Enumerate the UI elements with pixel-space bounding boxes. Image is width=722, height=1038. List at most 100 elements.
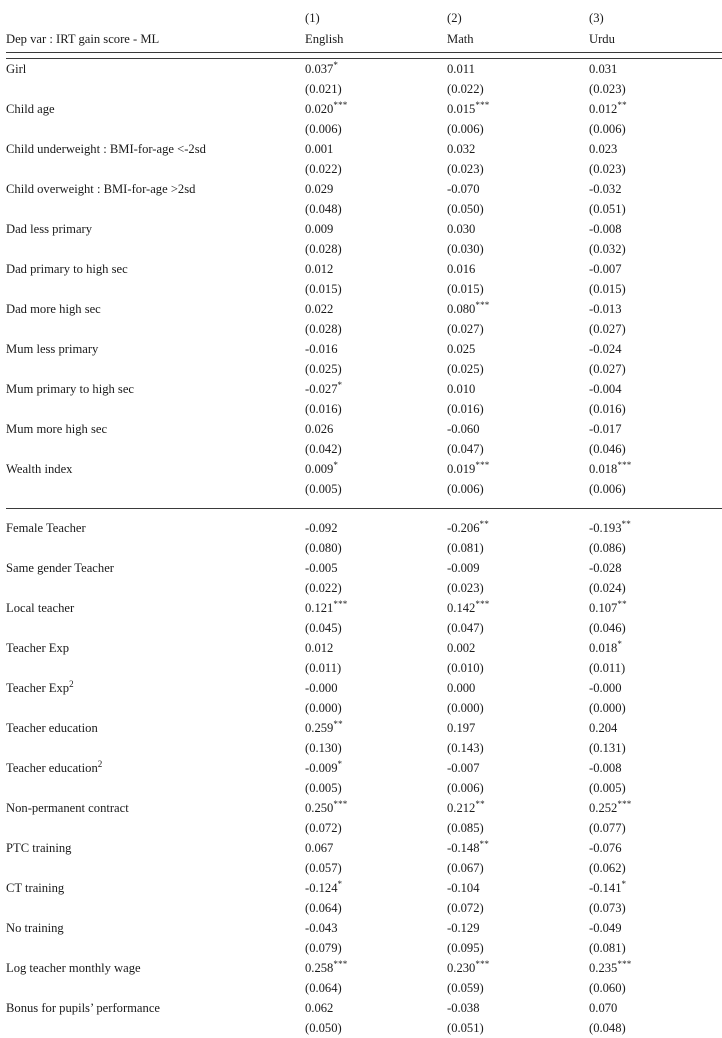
std-error-cell: (0.023) [447,578,589,598]
std-error-cell: (0.010) [447,658,589,678]
table-row-std-error: (0.048)(0.050)(0.051) [6,199,722,219]
superscript-exponent: 2 [98,759,103,769]
variable-label: Mum primary to high sec [6,379,305,399]
table-row-std-error: (0.042)(0.047)(0.046) [6,439,722,459]
regression-table-container: (1) (2) (3) Dep var : IRT gain score - M… [0,0,722,1038]
significance-stars: ** [475,799,484,809]
std-error-cell: (0.079) [305,938,447,958]
std-error-label-spacer [6,578,305,598]
std-error-cell: (0.048) [305,199,447,219]
std-error-cell: (0.051) [447,1018,589,1038]
table-row: CT training-0.124*-0.104-0.141* [6,878,722,898]
coefficient-cell: 0.258*** [305,958,447,978]
std-error-cell: (0.085) [447,818,589,838]
std-error-cell: (0.000) [589,698,722,718]
variable-label: Bonus for pupils’ performance [6,998,305,1018]
table-row-std-error: (0.064)(0.072)(0.073) [6,898,722,918]
std-error-cell: (0.046) [589,439,722,459]
table-row-std-error: (0.079)(0.095)(0.081) [6,938,722,958]
table-row: PTC training0.067-0.148**-0.076 [6,838,722,858]
significance-stars: *** [475,599,489,609]
std-error-cell: (0.051) [589,199,722,219]
table-row: Mum primary to high sec-0.027*0.010-0.00… [6,379,722,399]
table-row: No training-0.043-0.129-0.049 [6,918,722,938]
variable-label: Non-permanent contract [6,798,305,818]
significance-stars: *** [333,100,347,110]
significance-stars: *** [475,300,489,310]
coefficient-cell: 0.080*** [447,299,589,319]
table-row: Teacher Exp0.0120.0020.018* [6,638,722,658]
table-row: Teacher Exp2-0.0000.000-0.000 [6,678,722,698]
significance-stars: * [338,380,343,390]
model-number-3: (3) [589,0,722,28]
table-row: Dad primary to high sec0.0120.016-0.007 [6,259,722,279]
coefficient-cell: 0.235*** [589,958,722,978]
std-error-cell: (0.005) [305,479,447,499]
variable-label: Child underweight : BMI-for-age <-2sd [6,139,305,159]
coefficient-cell: 0.030 [447,219,589,239]
std-error-cell: (0.027) [589,319,722,339]
std-error-cell: (0.006) [447,119,589,139]
variable-label: Dad more high sec [6,299,305,319]
variable-label: CT training [6,878,305,898]
std-error-cell: (0.025) [305,359,447,379]
std-error-label-spacer [6,618,305,638]
std-error-cell: (0.072) [305,818,447,838]
coefficient-cell: 0.015*** [447,99,589,119]
std-error-cell: (0.064) [305,978,447,998]
significance-stars: * [338,759,343,769]
std-error-cell: (0.143) [447,738,589,758]
coefficient-cell: 0.023 [589,139,722,159]
table-row: Local teacher0.121***0.142***0.107** [6,598,722,618]
std-error-cell: (0.006) [589,119,722,139]
significance-stars: *** [617,799,631,809]
std-error-cell: (0.064) [305,898,447,918]
coefficient-cell: -0.032 [589,179,722,199]
significance-stars: * [338,879,343,889]
table-row-std-error: (0.015)(0.015)(0.015) [6,279,722,299]
table-row-std-error: (0.016)(0.016)(0.016) [6,399,722,419]
std-error-label-spacer [6,319,305,339]
std-error-cell: (0.059) [447,978,589,998]
coefficient-cell: 0.142*** [447,598,589,618]
table-row-std-error: (0.000)(0.000)(0.000) [6,698,722,718]
coefficient-cell: -0.104 [447,878,589,898]
std-error-cell: (0.005) [589,778,722,798]
variable-label: No training [6,918,305,938]
superscript-exponent: 2 [69,679,74,689]
significance-stars: ** [622,519,631,529]
std-error-cell: (0.048) [589,1018,722,1038]
coefficient-cell: -0.024 [589,339,722,359]
panel-separator-spacer [6,509,722,519]
std-error-cell: (0.024) [589,578,722,598]
significance-stars: *** [333,599,347,609]
variable-label: Teacher education [6,718,305,738]
std-error-label-spacer [6,239,305,259]
coefficient-cell: 0.252*** [589,798,722,818]
coefficient-cell: -0.007 [447,758,589,778]
std-error-cell: (0.086) [589,538,722,558]
table-row: Mum less primary-0.0160.025-0.024 [6,339,722,359]
significance-stars: * [622,879,627,889]
std-error-label-spacer [6,778,305,798]
coefficient-cell: -0.129 [447,918,589,938]
std-error-cell: (0.057) [305,858,447,878]
variable-label: PTC training [6,838,305,858]
coefficient-cell: 0.026 [305,419,447,439]
variable-label: Teacher Exp [6,638,305,658]
coefficient-cell: 0.107** [589,598,722,618]
coefficient-cell: -0.008 [589,758,722,778]
table-row-std-error: (0.005)(0.006)(0.005) [6,778,722,798]
coefficient-cell: -0.038 [447,998,589,1018]
table-row: Same gender Teacher-0.005-0.009-0.028 [6,558,722,578]
coefficient-cell: 0.002 [447,638,589,658]
std-error-cell: (0.005) [305,778,447,798]
std-error-label-spacer [6,479,305,499]
std-error-label-spacer [6,538,305,558]
coefficient-cell: 0.020*** [305,99,447,119]
coefficient-cell: -0.193** [589,518,722,538]
std-error-cell: (0.050) [305,1018,447,1038]
significance-stars: ** [617,100,626,110]
std-error-cell: (0.028) [305,319,447,339]
coefficient-cell: 0.009 [305,219,447,239]
